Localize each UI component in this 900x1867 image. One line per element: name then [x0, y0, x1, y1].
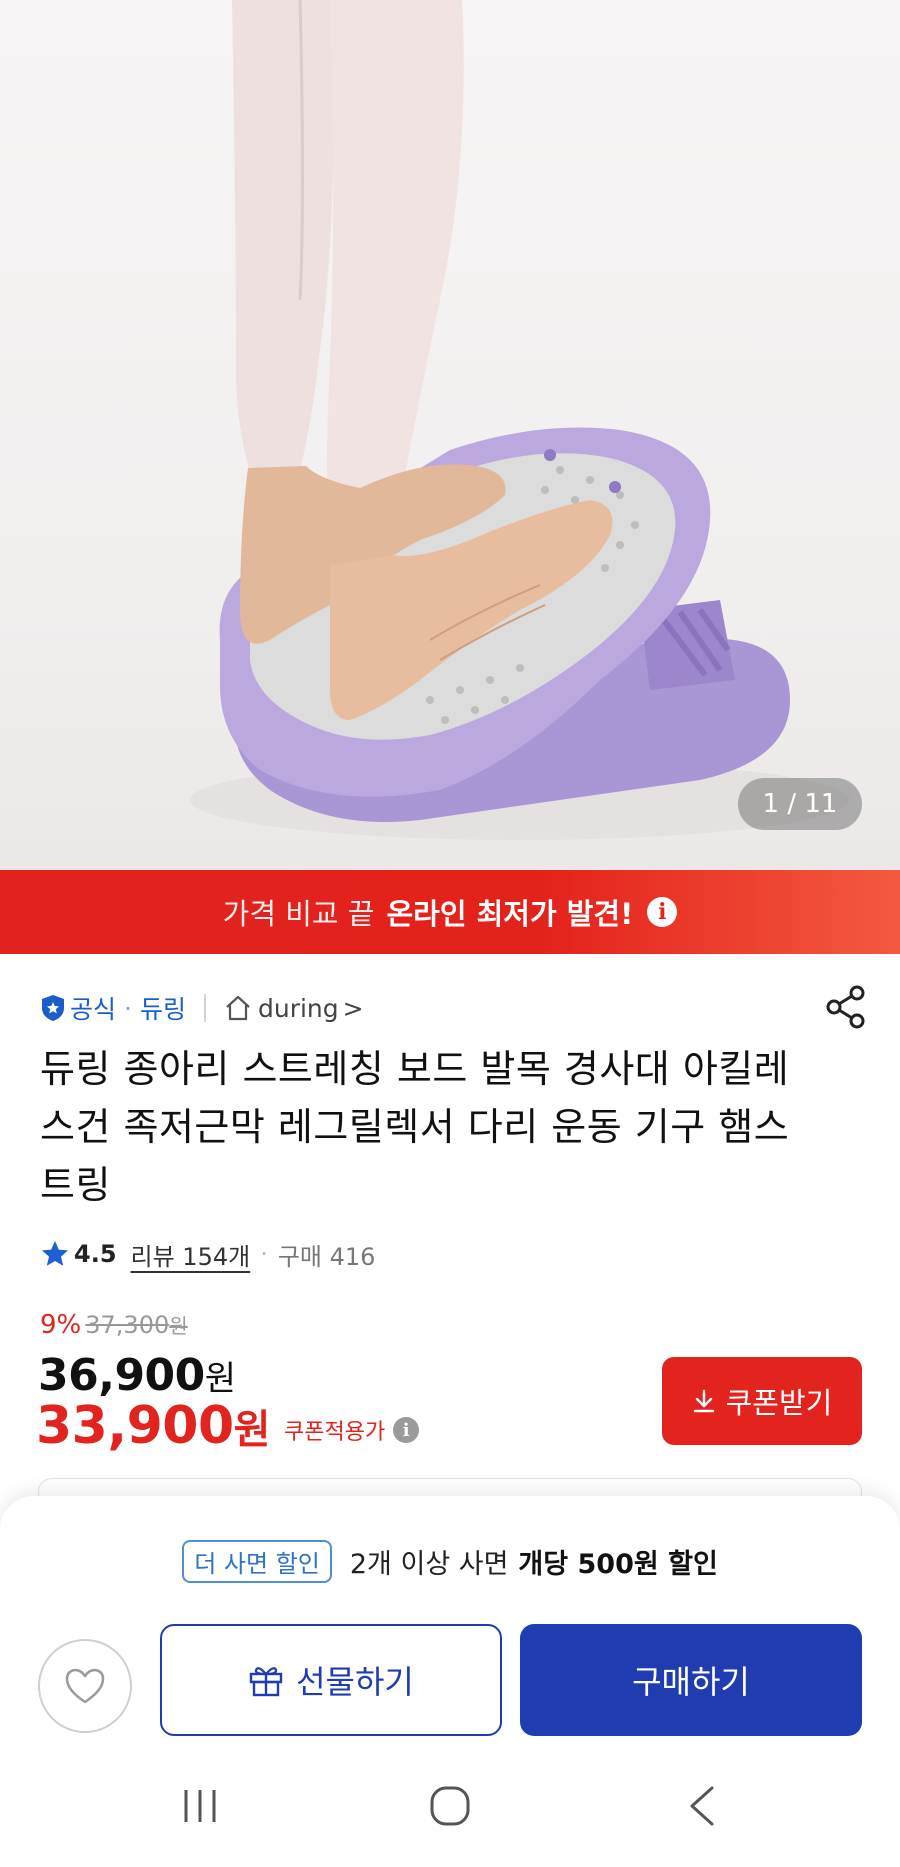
gift-button-label: 선물하기: [296, 1663, 414, 1701]
system-navigation-bar: [0, 1752, 900, 1867]
original-price-unit: 원: [169, 1314, 188, 1338]
bulk-discount-amount: 개당 500원 할인: [518, 1549, 718, 1580]
sale-price-value: 36,900: [38, 1350, 205, 1401]
coupon-price-value: 33,900: [36, 1396, 234, 1456]
bulk-discount-text: 2개 이상 사면: [349, 1549, 509, 1580]
coupon-button-label: 쿠폰받기: [725, 1386, 833, 1420]
rating-row: 4.5 리뷰 154개 · 구매 416: [40, 1236, 375, 1272]
divider: [203, 994, 206, 1022]
gift-button[interactable]: 선물하기: [160, 1624, 502, 1736]
purchase-count: 구매 416: [277, 1242, 376, 1271]
recent-apps-icon[interactable]: [180, 1786, 220, 1826]
separator-dot: ·: [124, 993, 132, 1023]
official-shield-icon: [42, 995, 64, 1021]
buy-button[interactable]: 구매하기: [520, 1624, 862, 1736]
seller-name-link[interactable]: 듀링: [140, 990, 186, 1026]
sale-price-unit: 원: [204, 1359, 236, 1399]
discount-row: 9% 37,300 원: [40, 1310, 188, 1340]
wishlist-button[interactable]: [38, 1639, 132, 1733]
lowest-price-banner[interactable]: 가격 비교 끝 온라인 최저가 발견! i: [0, 870, 900, 954]
bulk-discount-tag: 더 사면 할인: [182, 1540, 332, 1583]
separator-dot: ·: [260, 1240, 268, 1268]
review-link[interactable]: 리뷰 154개: [131, 1237, 251, 1272]
buy-button-label: 구매하기: [632, 1663, 750, 1701]
original-price: 37,300: [85, 1311, 170, 1339]
coupon-price-unit: 원: [233, 1407, 271, 1453]
image-page-counter: 1 / 11: [738, 778, 862, 830]
product-image-carousel[interactable]: 1 / 11: [0, 0, 900, 870]
product-title: 듀링 종아리 스트레칭 보드 발목 경사대 아킬레스건 족저근막 레그릴렉서 다…: [40, 1047, 790, 1207]
coupon-price-row: 33,900원 쿠폰적용가 i: [36, 1396, 420, 1456]
heart-icon: [65, 1668, 105, 1704]
info-icon[interactable]: i: [393, 1417, 420, 1443]
share-icon[interactable]: [824, 984, 868, 1030]
promo-text-bold: 온라인 최저가 발견!: [386, 897, 634, 931]
download-icon: [693, 1389, 714, 1413]
home-icon: [226, 995, 250, 1021]
discount-rate: 9%: [40, 1310, 82, 1340]
product-photo: [190, 0, 850, 840]
coupon-price: 33,900원: [36, 1396, 270, 1456]
rating-value: 4.5: [74, 1240, 117, 1268]
info-icon[interactable]: i: [647, 897, 678, 927]
star-icon: [42, 1241, 68, 1266]
back-icon[interactable]: [686, 1784, 716, 1828]
promo-text: 가격 비교 끝: [222, 897, 375, 931]
gift-icon: [249, 1667, 283, 1697]
coupon-applied-label: 쿠폰적용가: [283, 1420, 386, 1445]
sale-price: 36,900원: [38, 1350, 236, 1401]
store-link[interactable]: during: [258, 994, 339, 1023]
chevron-right-icon: >: [342, 993, 364, 1023]
product-detail-page: 1 / 11 가격 비교 끝 온라인 최저가 발견! i 공식 · 듀링 dur…: [0, 0, 900, 1867]
official-label: 공식: [70, 995, 117, 1024]
bulk-discount-row: 더 사면 할인 2개 이상 사면 개당 500원 할인: [0, 1540, 900, 1583]
home-nav-icon[interactable]: [428, 1784, 472, 1828]
seller-row: 공식 · 듀링 during >: [40, 985, 868, 1029]
coupon-download-button[interactable]: 쿠폰받기: [662, 1357, 862, 1445]
